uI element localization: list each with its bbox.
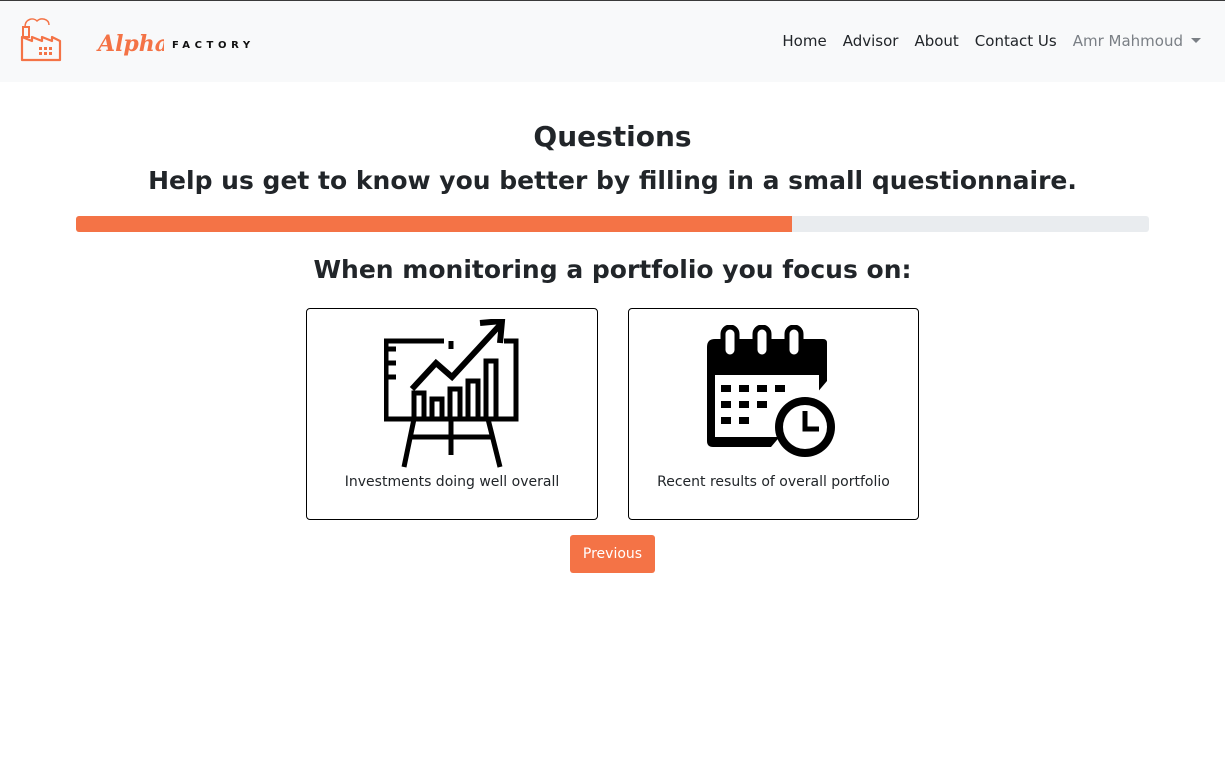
presentation-growth-chart-icon [384,319,519,468]
previous-button[interactable]: Previous [570,535,655,573]
page-subtitle: Help us get to know you better by fillin… [148,166,1077,195]
nav-about-link[interactable]: About [914,32,958,50]
brand-script-logo[interactable]: Alpha [84,23,164,63]
chevron-down-icon [1191,38,1201,43]
option-label: Investments doing well overall [344,474,560,490]
page-title: Questions [533,120,692,153]
questionnaire-progress-bar [76,216,1149,232]
nav-menu: Home Advisor About Contact Us Amr Mahmou… [766,32,1201,50]
option-card-recent-results[interactable]: Recent results of overall portfolio [628,308,919,520]
progress-fill [76,216,792,232]
factory-logo-icon[interactable] [19,15,63,63]
question-text: When monitoring a portfolio you focus on… [313,255,912,284]
calendar-clock-icon [707,325,835,457]
brand-script-text: Alpha [96,31,164,57]
option-label: Recent results of overall portfolio [657,474,890,490]
navbar: Alpha FACTORY Home Advisor About Contact… [0,1,1225,82]
option-card-investments[interactable]: Investments doing well overall [306,308,598,520]
brand-factory-text: FACTORY [172,40,255,51]
nav-contact-link[interactable]: Contact Us [975,32,1057,50]
user-menu-dropdown[interactable]: Amr Mahmoud [1073,32,1201,50]
nav-advisor-link[interactable]: Advisor [843,32,899,50]
user-name: Amr Mahmoud [1072,32,1183,50]
nav-home-link[interactable]: Home [782,32,826,50]
